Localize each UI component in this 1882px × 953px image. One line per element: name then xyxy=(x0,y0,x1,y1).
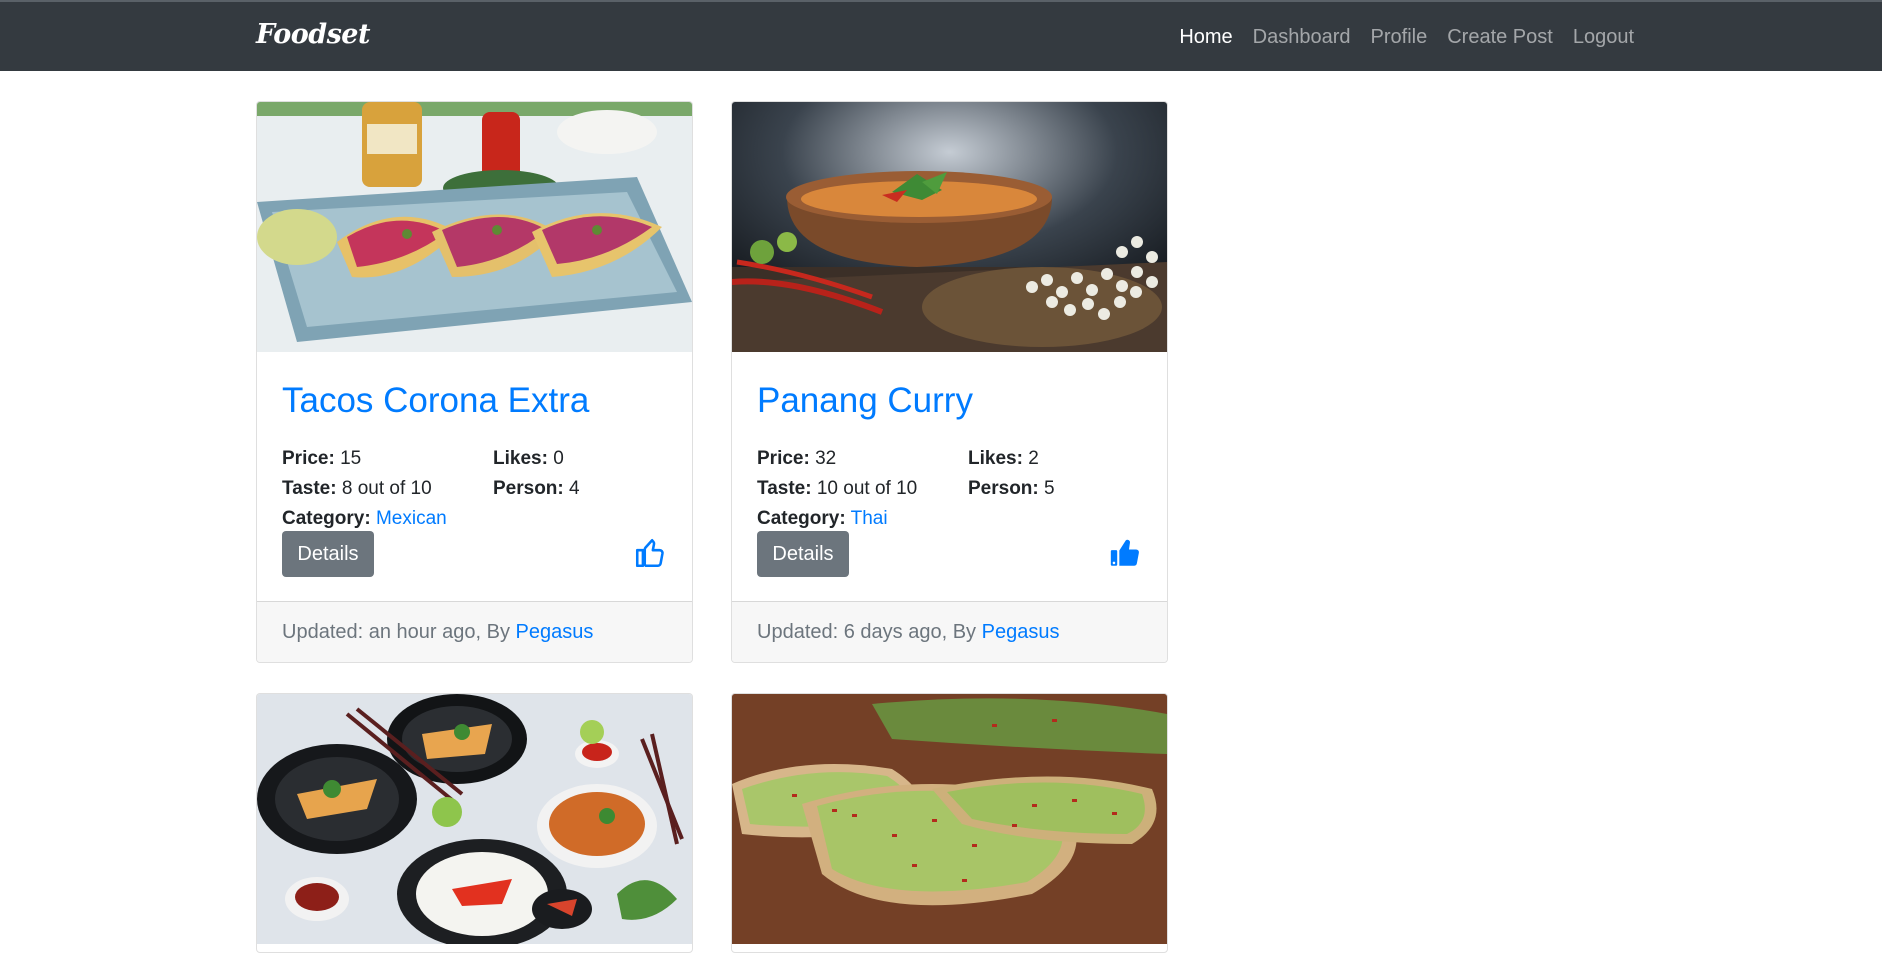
post-card xyxy=(256,693,693,953)
post-card xyxy=(731,693,1168,953)
person-value: 5 xyxy=(1044,478,1055,499)
category-label: Category: xyxy=(282,508,371,529)
category-row: Category: Mexican xyxy=(282,504,447,534)
by-text: , By xyxy=(475,621,516,643)
category-link[interactable]: Thai xyxy=(851,508,888,529)
post-title[interactable]: Tacos Corona Extra xyxy=(282,381,589,421)
details-button[interactable]: Details xyxy=(757,531,849,577)
by-text: , By xyxy=(941,621,982,643)
taste-label: Taste: xyxy=(757,478,812,499)
nav-create-post[interactable]: Create Post xyxy=(1447,26,1553,49)
person-value: 4 xyxy=(569,478,580,499)
likes-value: 0 xyxy=(553,448,564,469)
post-image-avocado-toast xyxy=(732,694,1167,944)
person-label: Person: xyxy=(968,478,1039,499)
nav-logout[interactable]: Logout xyxy=(1573,26,1634,49)
category-label: Category: xyxy=(757,508,846,529)
post-image-tacos xyxy=(257,102,692,352)
nav-dashboard[interactable]: Dashboard xyxy=(1253,26,1351,49)
author-link[interactable]: Pegasus xyxy=(516,621,594,643)
price-label: Price: xyxy=(757,448,810,469)
price-value: 15 xyxy=(340,448,362,469)
price-value: 32 xyxy=(815,448,837,469)
card-footer: Updated: an hour ago, By Pegasus xyxy=(257,601,692,662)
likes-row: Likes: 0 xyxy=(493,444,564,474)
price-row: Price: 15 xyxy=(282,444,361,474)
category-row: Category: Thai xyxy=(757,504,888,534)
post-image-asian-dishes xyxy=(257,694,692,944)
post-image-curry xyxy=(732,102,1167,352)
post-card: Panang Curry Price: 32 Likes: 2 Taste: 1… xyxy=(731,101,1168,663)
author-link[interactable]: Pegasus xyxy=(982,621,1060,643)
price-label: Price: xyxy=(282,448,335,469)
thumbs-up-outline-icon[interactable] xyxy=(633,535,667,571)
details-button[interactable]: Details xyxy=(282,531,374,577)
nav-home[interactable]: Home xyxy=(1179,26,1232,49)
navbar: Foodset Home Dashboard Profile Create Po… xyxy=(0,0,1882,71)
nav-menu: Home Dashboard Profile Create Post Logou… xyxy=(1179,2,1634,73)
likes-label: Likes: xyxy=(493,448,548,469)
price-row: Price: 32 xyxy=(757,444,836,474)
likes-label: Likes: xyxy=(968,448,1023,469)
taste-label: Taste: xyxy=(282,478,337,499)
person-label: Person: xyxy=(493,478,564,499)
likes-row: Likes: 2 xyxy=(968,444,1039,474)
updated-text: Updated: 6 days ago xyxy=(757,621,942,643)
brand-logo[interactable]: Foodset xyxy=(256,19,370,50)
nav-profile[interactable]: Profile xyxy=(1371,26,1428,49)
updated-text: Updated: an hour ago xyxy=(282,621,476,643)
taste-row: Taste: 10 out of 10 xyxy=(757,474,917,504)
person-row: Person: 4 xyxy=(493,474,580,504)
taste-value: 8 out of 10 xyxy=(341,478,432,499)
likes-value: 2 xyxy=(1028,448,1039,469)
person-row: Person: 5 xyxy=(968,474,1055,504)
taste-value: 10 out of 10 xyxy=(816,478,918,499)
post-title[interactable]: Panang Curry xyxy=(757,381,973,421)
category-link[interactable]: Mexican xyxy=(376,508,447,529)
card-footer: Updated: 6 days ago, By Pegasus xyxy=(732,601,1167,662)
thumbs-up-filled-icon[interactable] xyxy=(1108,535,1142,571)
taste-row: Taste: 8 out of 10 xyxy=(282,474,432,504)
post-card: Tacos Corona Extra Price: 15 Likes: 0 Ta… xyxy=(256,101,693,663)
